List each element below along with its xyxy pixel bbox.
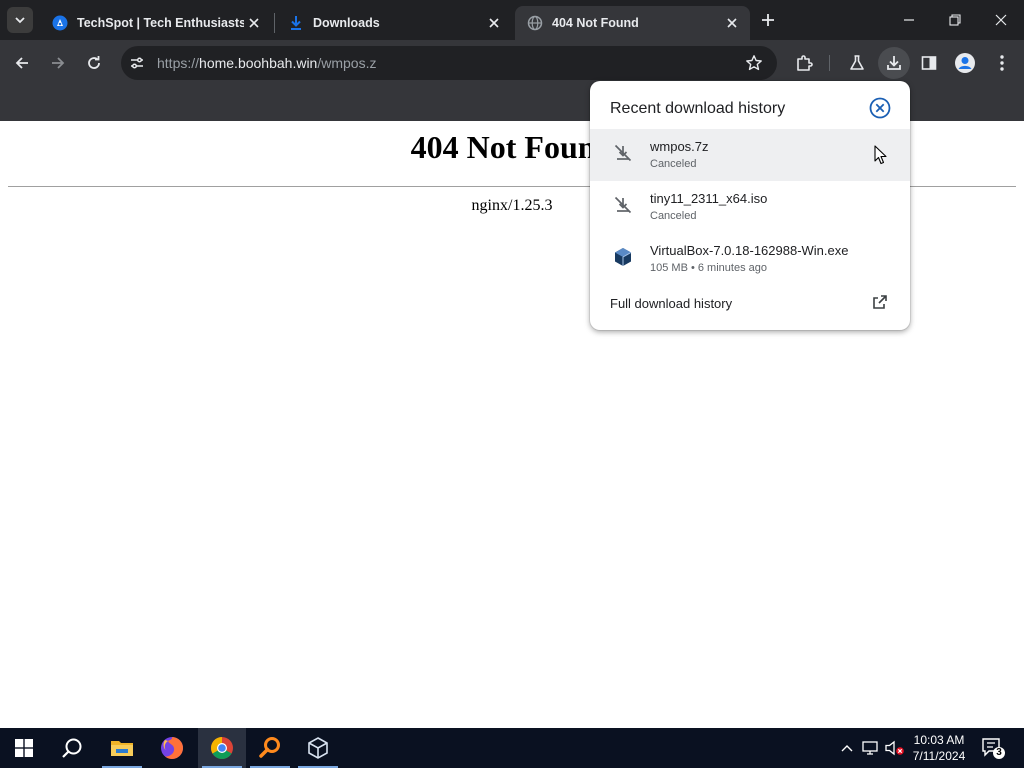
download-status: Canceled xyxy=(650,158,697,170)
reload-button[interactable] xyxy=(80,49,108,77)
tab-downloads[interactable]: Downloads xyxy=(276,6,512,40)
side-panel-button[interactable] xyxy=(915,49,943,77)
profile-button[interactable] xyxy=(951,49,979,77)
download-item[interactable]: wmpos.7z Canceled xyxy=(590,129,910,181)
site-settings-icon[interactable] xyxy=(129,55,145,71)
arrow-right-icon xyxy=(52,57,65,69)
windows-taskbar: 10:03 AM 7/11/2024 3 xyxy=(0,728,1024,768)
taskbar-firefox[interactable] xyxy=(148,728,196,768)
network-icon[interactable] xyxy=(861,738,881,758)
new-tab-button[interactable] xyxy=(758,10,778,30)
labs-button[interactable] xyxy=(843,49,871,77)
tab-title: Downloads xyxy=(313,16,380,30)
browser-toolbar: https://home.boohbah.win/wmpos.z xyxy=(0,40,1024,86)
tab-close-icon[interactable] xyxy=(484,13,504,33)
close-window-button[interactable] xyxy=(978,0,1024,40)
url-path: /wmpos.z xyxy=(317,55,377,71)
url-text: https://home.boohbah.win/wmpos.z xyxy=(157,55,376,71)
taskbar-virtualbox[interactable] xyxy=(294,728,342,768)
back-button[interactable] xyxy=(8,49,36,77)
notification-center-button[interactable]: 3 xyxy=(980,736,1006,760)
volume-muted-icon[interactable] xyxy=(885,738,905,758)
download-item[interactable]: tiny11_2311_x64.iso Canceled xyxy=(590,181,910,233)
download-bubble: Recent download history wmpos.7z Cancele… xyxy=(590,81,910,330)
address-bar[interactable]: https://home.boohbah.win/wmpos.z xyxy=(121,46,777,80)
forward-button[interactable] xyxy=(44,49,72,77)
clock-time: 10:03 AM xyxy=(913,733,965,747)
search-icon xyxy=(62,738,82,758)
menu-button[interactable] xyxy=(988,49,1016,77)
chevron-down-icon xyxy=(15,17,25,24)
side-panel-icon xyxy=(921,56,937,70)
tab-404-not-found[interactable]: 404 Not Found xyxy=(515,6,750,40)
taskbar-everything-search[interactable] xyxy=(246,728,294,768)
puzzle-icon xyxy=(797,55,813,71)
chevron-up-icon xyxy=(841,745,853,752)
flask-icon xyxy=(850,55,864,70)
download-item[interactable]: VirtualBox-7.0.18-162988-Win.exe 105 MB … xyxy=(590,233,910,285)
restore-button[interactable] xyxy=(932,0,978,40)
globe-icon xyxy=(527,15,543,31)
download-status: 105 MB • 6 minutes ago xyxy=(650,262,767,274)
search-everything-icon xyxy=(259,737,280,758)
full-download-history-link[interactable]: Full download history xyxy=(610,296,732,311)
tab-search-button[interactable] xyxy=(7,7,33,33)
close-icon[interactable] xyxy=(869,97,891,119)
show-hidden-icons-button[interactable] xyxy=(837,738,857,758)
tab-close-icon[interactable] xyxy=(244,13,264,33)
file-explorer-icon xyxy=(111,741,133,756)
download-filename: VirtualBox-7.0.18-162988-Win.exe xyxy=(650,243,849,258)
chrome-icon xyxy=(211,737,233,759)
download-icon xyxy=(288,15,304,31)
notification-count-badge: 3 xyxy=(996,747,1002,758)
arrow-left-icon xyxy=(15,57,28,69)
tab-strip: TechSpot | Tech Enthusiasts, Power Users… xyxy=(0,0,1024,40)
taskbar-file-explorer[interactable] xyxy=(98,728,146,768)
open-external-icon[interactable] xyxy=(872,294,888,310)
plus-icon xyxy=(762,14,774,26)
taskbar-search-button[interactable] xyxy=(48,728,96,768)
toolbar-divider xyxy=(829,55,830,71)
tab-title: TechSpot | Tech Enthusiasts, Power Users… xyxy=(77,16,244,30)
windows-start-icon xyxy=(15,739,33,757)
download-filename: tiny11_2311_x64.iso xyxy=(650,191,768,206)
virtualbox-icon xyxy=(612,246,634,268)
techspot-icon xyxy=(52,15,68,31)
tab-techspot[interactable]: TechSpot | Tech Enthusiasts, Power Users… xyxy=(40,6,272,40)
avatar-icon xyxy=(955,53,975,73)
firefox-icon xyxy=(161,737,184,760)
download-bubble-title: Recent download history xyxy=(610,100,786,117)
virtualbox-icon xyxy=(308,737,328,759)
minimize-icon xyxy=(904,19,914,21)
tab-separator xyxy=(274,13,275,33)
download-off-icon xyxy=(612,142,634,164)
minimize-button[interactable] xyxy=(886,0,932,40)
tab-close-icon[interactable] xyxy=(722,13,742,33)
kebab-menu-icon xyxy=(1000,55,1004,71)
downloads-button[interactable] xyxy=(878,47,910,79)
tab-title: 404 Not Found xyxy=(552,16,639,30)
restore-icon xyxy=(949,14,961,26)
bookmark-star-icon[interactable] xyxy=(745,54,763,72)
mouse-cursor xyxy=(874,145,888,165)
url-host: home.boohbah.win xyxy=(199,55,318,71)
download-icon xyxy=(887,56,901,70)
close-icon xyxy=(995,14,1007,26)
download-status: Canceled xyxy=(650,210,697,222)
taskbar-clock[interactable]: 10:03 AM 7/11/2024 xyxy=(906,732,972,764)
clock-date: 7/11/2024 xyxy=(912,749,966,763)
url-scheme: https:// xyxy=(157,55,200,71)
download-off-icon xyxy=(612,194,634,216)
reload-icon xyxy=(88,56,100,69)
download-filename: wmpos.7z xyxy=(650,139,709,154)
start-button[interactable] xyxy=(0,728,48,768)
extensions-button[interactable] xyxy=(790,49,818,77)
taskbar-chrome[interactable] xyxy=(198,728,246,768)
